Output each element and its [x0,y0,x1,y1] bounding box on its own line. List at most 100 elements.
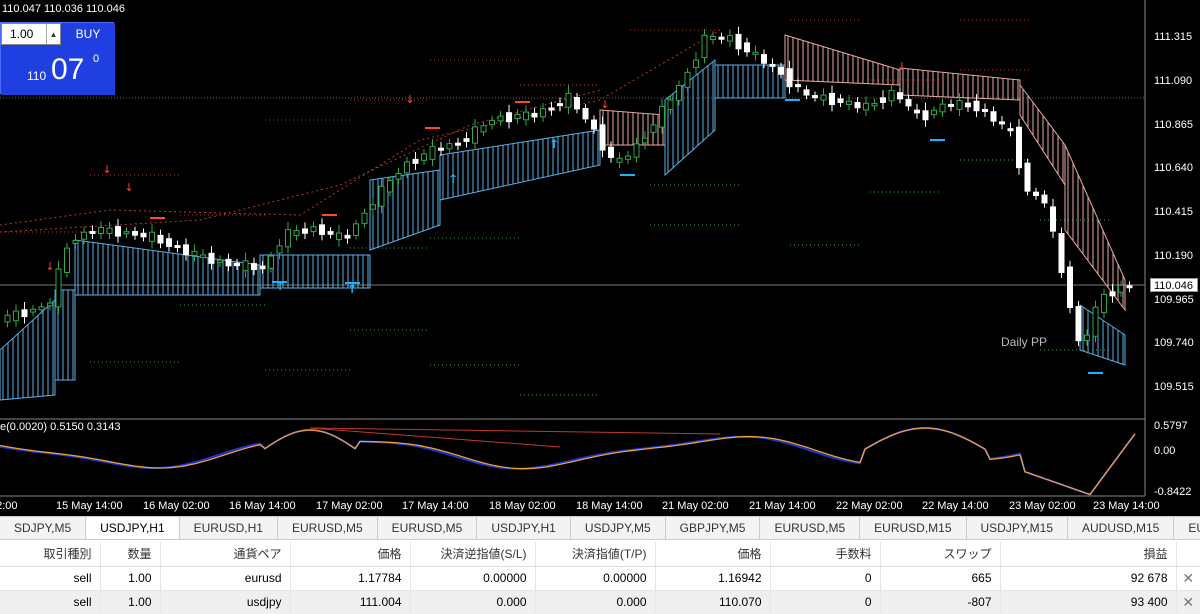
candle-body [1092,306,1099,337]
chart-tab[interactable]: USDJPY,M5 [571,517,666,539]
table-cell: 92 678 [1000,566,1177,591]
price-chart[interactable]: ↓ ↓ ↓ ↓ ↓ ↓ ↑ ↑ ↑ ↑ 110.047 110.036 110.046 1.00 … [0,0,1200,516]
candle-body [378,185,385,207]
chart-tab[interactable]: GBPJPY,M5 [666,517,761,539]
candle-body [727,35,733,42]
chart-tab[interactable]: EURUSD,M5 [760,517,861,539]
column-header[interactable]: スワップ [880,542,1001,567]
candle-body [812,95,818,99]
oscillator-axis-label: -0.8422 [1154,486,1192,498]
candle-body [761,54,767,64]
chart-tab[interactable]: EU [1174,517,1200,539]
table-row[interactable]: sell 1.00 eurusd 1.17784 0.00000 0.00000 1.169… [0,566,1200,591]
candle-body [693,59,699,68]
sell-signal-arrow: ↓ [897,60,906,73]
table-cell: 0.00000 [410,566,536,591]
candle-body [361,212,368,224]
candle-body [752,51,759,55]
candle-body [395,173,402,180]
candle-body [999,121,1005,125]
price-axis-label: 111.315 [1154,31,1193,43]
table-cell: sell [0,566,101,591]
buy-button[interactable]: BUY [61,23,115,45]
chart-tab[interactable]: EURUSD,M5 [378,517,478,539]
table-cell: 0 [770,590,881,614]
candle-body [608,146,614,158]
candle-body [1016,126,1022,169]
buy-price-display[interactable]: 110 07 0 [1,45,115,95]
time-axis-label: 17 May 14:00 [402,500,469,512]
candle-body [633,143,640,158]
spin-up-icon[interactable]: ▲ [46,24,60,44]
candle-body [1084,334,1090,342]
chart-tab[interactable]: AUDUSD,M15 [1068,517,1175,539]
column-header[interactable]: 価格 [655,542,771,567]
candle-body [795,84,801,88]
chart-tab[interactable]: USDJPY,M15 [967,517,1068,539]
chart-tab[interactable]: EURUSD,M15 [860,517,967,539]
candle-body [421,153,427,161]
chart-tab[interactable]: USDJPY,H1 [477,517,571,539]
candle-body [659,105,665,128]
candle-body [735,33,742,50]
candle-body [217,259,223,263]
lot-size-input[interactable]: 1.00 ▲ [1,23,61,45]
close-position-icon[interactable]: ✕ [1176,566,1200,591]
cloud-band [369,169,441,251]
candle-body [931,109,937,116]
column-header[interactable]: 決済逆指値(S/L) [410,542,536,567]
close-position-icon[interactable]: ✕ [1176,590,1200,614]
candle-body [565,92,572,108]
column-header[interactable]: 損益 [1000,542,1177,567]
chart-tab[interactable]: EURUSD,M5 [278,517,378,539]
candle-body [990,111,997,122]
price-axis-label: 109.515 [1154,381,1194,393]
time-axis-label: 16 May 02:00 [143,500,210,512]
candle-body [251,263,257,271]
time-axis-label: 22 May 02:00 [836,500,903,512]
oscillator-axis-label: 0.5797 [1154,420,1188,432]
column-header[interactable]: 数量 [100,542,161,567]
price-axis-label: 109.740 [1154,337,1194,350]
table-row[interactable]: sell 1.00 usdjpy 111.004 0.000 0.000 110.070 0-… [0,590,1200,614]
candle-body [1050,206,1056,232]
candle-body [344,234,351,239]
candle-body [710,36,716,40]
time-axis-label: 23 May 02:00 [1009,500,1076,512]
cloud-band [714,64,786,99]
table-cell: 1.16942 [655,566,771,591]
column-header[interactable]: 通貨ペア [160,542,291,567]
candle-body [1033,191,1039,197]
sell-signal-arrow: ↓ [102,163,111,176]
time-axis-label: 02:00 [0,500,18,512]
candle-body [1109,291,1116,297]
time-axis-label: 15 May 14:00 [56,500,123,512]
candle-body [336,232,342,241]
candle-body [650,124,657,133]
chart-tab[interactable]: EURUSD,H1 [180,517,278,539]
column-header[interactable]: 取引種別 [0,542,101,567]
price-axis-label: 109.965 [1154,293,1194,306]
pivot-label: Daily PP [1001,335,1048,349]
candle-body [183,244,189,256]
candle-body [13,310,19,322]
candle-body [820,94,827,101]
candle-body [1067,266,1073,308]
lot-value[interactable]: 1.00 [2,27,46,41]
buy-signal-arrow: ↑ [448,172,458,186]
price-fraction: 0 [93,53,100,65]
candle-body [1101,293,1107,314]
candle-body [744,42,750,53]
chart-tab[interactable]: SDJPY,M5 [0,517,87,539]
candle-body [89,230,96,234]
candle-body [55,268,62,308]
column-header[interactable]: 手数料 [770,542,881,567]
candle-body [191,250,198,256]
candle-body [429,145,436,160]
candle-body [1058,233,1065,273]
column-header[interactable]: 価格 [290,542,411,567]
trade-table: 取引種別 数量 通貨ペア 価格 決済逆指値(S/L) 決済指値(T/P) 価格 手数料 スワップ… [0,542,1200,614]
table-cell: 93 400 [1000,590,1177,614]
column-header[interactable]: 決済指値(T/P) [535,542,656,567]
chart-tab[interactable]: USDJPY,H1 [86,517,180,539]
